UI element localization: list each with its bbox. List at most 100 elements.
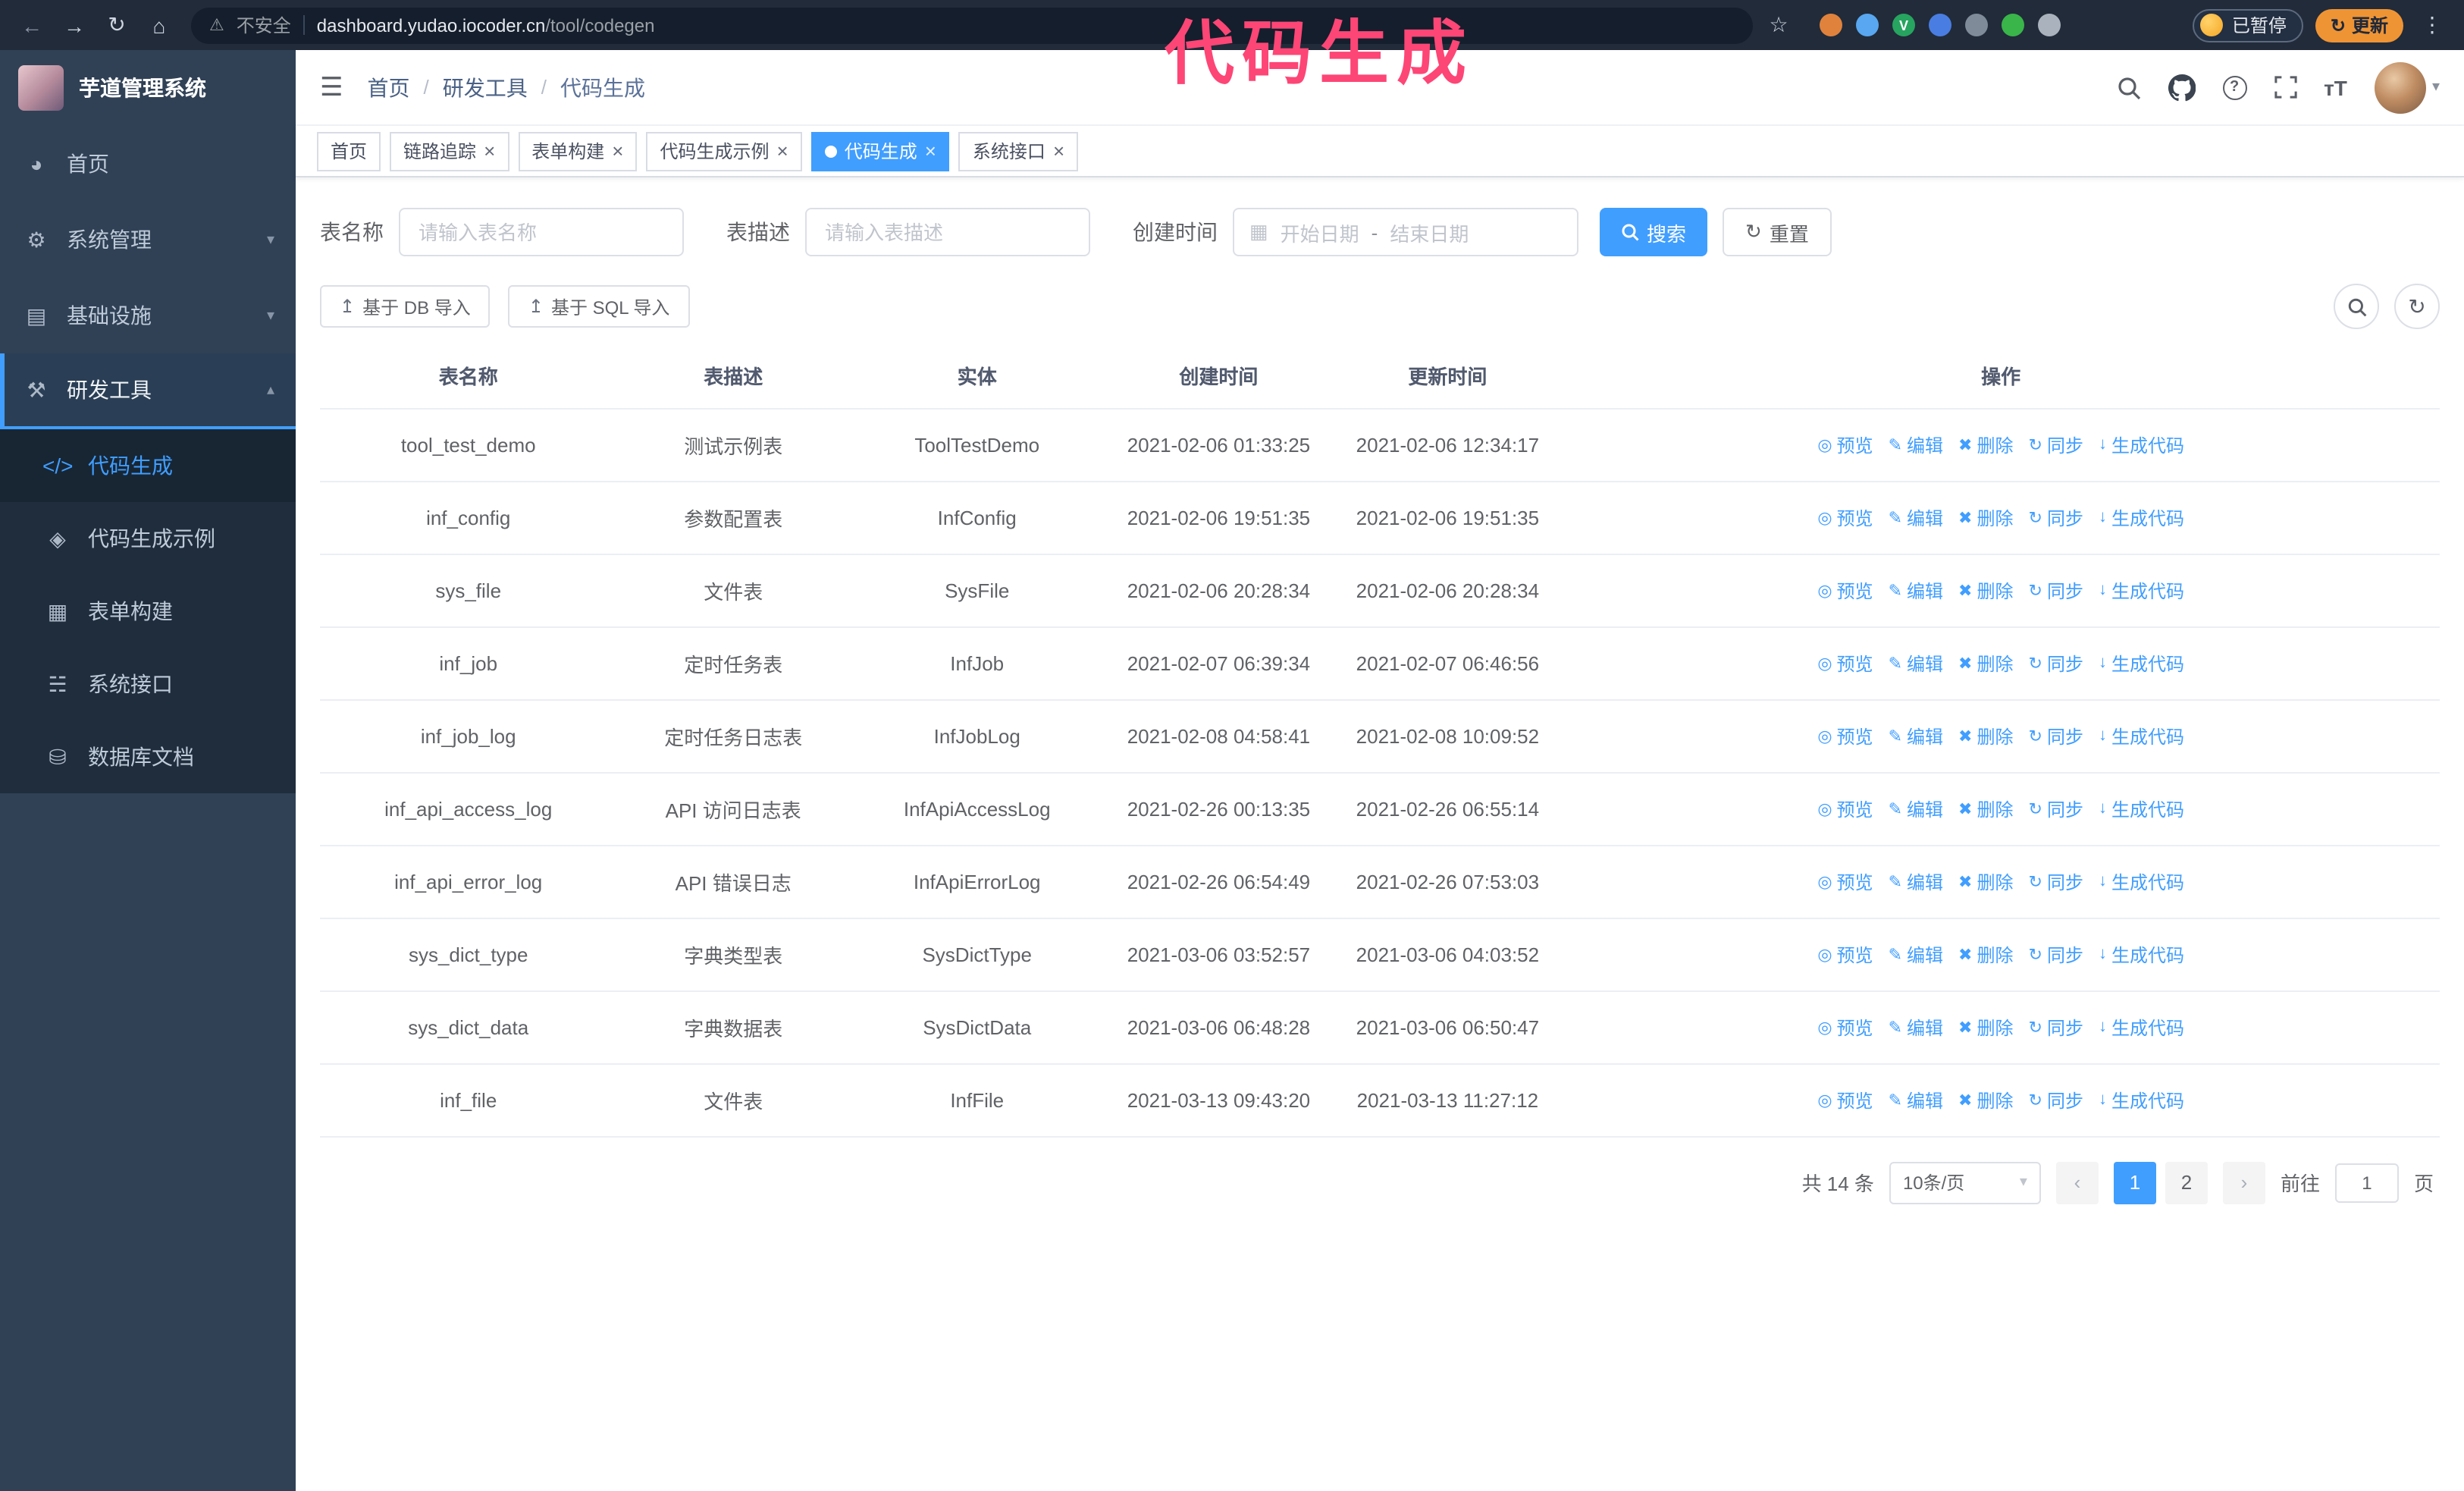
browser-extension-icon[interactable]: [1820, 14, 1842, 36]
breadcrumb-home[interactable]: 首页: [368, 72, 410, 102]
tab-home[interactable]: 首页: [317, 131, 381, 171]
action-delete[interactable]: ✖ 删除: [1958, 432, 2013, 457]
action-sync[interactable]: ↻ 同步: [2029, 723, 2083, 749]
tab-system-api[interactable]: 系统接口 ×: [958, 131, 1079, 171]
reset-button[interactable]: ↻ 重置: [1723, 208, 1832, 256]
back-icon[interactable]: ←: [15, 13, 49, 37]
action-edit[interactable]: ✎ 编辑: [1889, 650, 1943, 676]
refresh-button[interactable]: ↻: [2394, 284, 2440, 329]
page-size-select[interactable]: 10条/页 ▾: [1889, 1161, 2041, 1204]
prev-page-button[interactable]: ‹: [2055, 1161, 2099, 1204]
action-edit[interactable]: ✎ 编辑: [1889, 1087, 1943, 1113]
action-edit[interactable]: ✎ 编辑: [1889, 868, 1943, 894]
import-db-button[interactable]: ↥ 基于 DB 导入: [320, 285, 491, 328]
browser-menu-icon[interactable]: ⋮: [2415, 12, 2449, 38]
date-range-picker[interactable]: ▦ 开始日期 - 结束日期: [1233, 208, 1578, 256]
action-generate[interactable]: ↓ 生成代码: [2099, 577, 2184, 603]
sidebar-item-form-builder[interactable]: ▦ 表单构建: [0, 575, 296, 648]
next-page-button[interactable]: ›: [2222, 1161, 2265, 1204]
action-sync[interactable]: ↻ 同步: [2029, 868, 2083, 894]
github-icon[interactable]: [2168, 74, 2196, 101]
table-name-input[interactable]: [399, 208, 684, 256]
action-edit[interactable]: ✎ 编辑: [1889, 1014, 1943, 1040]
sidebar-item-devtools[interactable]: ⚒ 研发工具 ▴: [0, 353, 296, 429]
action-generate[interactable]: ↓ 生成代码: [2099, 868, 2184, 894]
search-toggle-button[interactable]: [2334, 284, 2379, 329]
table-desc-input[interactable]: [805, 208, 1090, 256]
action-preview[interactable]: ◎ 预览: [1817, 796, 1873, 821]
action-sync[interactable]: ↻ 同步: [2029, 1014, 2083, 1040]
page-button-1[interactable]: 1: [2113, 1161, 2156, 1204]
action-delete[interactable]: ✖ 删除: [1958, 1087, 2013, 1113]
action-preview[interactable]: ◎ 预览: [1817, 1014, 1873, 1040]
action-delete[interactable]: ✖ 删除: [1958, 504, 2013, 530]
action-delete[interactable]: ✖ 删除: [1958, 650, 2013, 676]
action-edit[interactable]: ✎ 编辑: [1889, 432, 1943, 457]
action-edit[interactable]: ✎ 编辑: [1889, 723, 1943, 749]
tab-tracer[interactable]: 链路追踪 ×: [390, 131, 509, 171]
import-sql-button[interactable]: ↥ 基于 SQL 导入: [508, 285, 690, 328]
action-generate[interactable]: ↓ 生成代码: [2099, 796, 2184, 821]
home-icon[interactable]: ⌂: [143, 13, 176, 37]
action-preview[interactable]: ◎ 预览: [1817, 432, 1873, 457]
action-preview[interactable]: ◎ 预览: [1817, 868, 1873, 894]
action-delete[interactable]: ✖ 删除: [1958, 868, 2013, 894]
reload-icon[interactable]: ↻: [100, 12, 133, 38]
profile-paused-chip[interactable]: 已暂停: [2192, 8, 2303, 42]
action-generate[interactable]: ↓ 生成代码: [2099, 1014, 2184, 1040]
font-size-icon[interactable]: тT: [2324, 75, 2347, 99]
search-icon[interactable]: [2116, 75, 2140, 99]
action-sync[interactable]: ↻ 同步: [2029, 1087, 2083, 1113]
close-icon[interactable]: ×: [612, 141, 623, 161]
action-generate[interactable]: ↓ 生成代码: [2099, 504, 2184, 530]
action-delete[interactable]: ✖ 删除: [1958, 1014, 2013, 1040]
action-delete[interactable]: ✖ 删除: [1958, 723, 2013, 749]
action-preview[interactable]: ◎ 预览: [1817, 1087, 1873, 1113]
action-preview[interactable]: ◎ 预览: [1817, 723, 1873, 749]
bookmark-star-icon[interactable]: ☆: [1762, 12, 1795, 38]
browser-extension-icon[interactable]: [1856, 14, 1879, 36]
browser-extension-icon[interactable]: [1965, 14, 1988, 36]
browser-extension-icon[interactable]: V: [1892, 14, 1915, 36]
fullscreen-icon[interactable]: [2274, 76, 2296, 99]
action-edit[interactable]: ✎ 编辑: [1889, 504, 1943, 530]
action-sync[interactable]: ↻ 同步: [2029, 504, 2083, 530]
close-icon[interactable]: ×: [1053, 141, 1064, 161]
action-sync[interactable]: ↻ 同步: [2029, 941, 2083, 967]
address-bar[interactable]: ⚠ 不安全 dashboard.yudao.iocoder.cn/tool/co…: [191, 7, 1753, 43]
action-preview[interactable]: ◎ 预览: [1817, 650, 1873, 676]
sidebar-item-system-api[interactable]: ☵ 系统接口: [0, 648, 296, 720]
sidebar-item-infra[interactable]: ▤ 基础设施 ▾: [0, 278, 296, 353]
tab-codegen-example[interactable]: 代码生成示例 ×: [646, 131, 802, 171]
action-sync[interactable]: ↻ 同步: [2029, 432, 2083, 457]
sidebar-item-codegen-example[interactable]: ◈ 代码生成示例: [0, 502, 296, 575]
close-icon[interactable]: ×: [484, 141, 495, 161]
action-generate[interactable]: ↓ 生成代码: [2099, 1087, 2184, 1113]
action-generate[interactable]: ↓ 生成代码: [2099, 650, 2184, 676]
action-delete[interactable]: ✖ 删除: [1958, 577, 2013, 603]
action-sync[interactable]: ↻ 同步: [2029, 577, 2083, 603]
sidebar-item-db-doc[interactable]: ⛁ 数据库文档: [0, 720, 296, 793]
close-icon[interactable]: ×: [777, 141, 788, 161]
action-sync[interactable]: ↻ 同步: [2029, 650, 2083, 676]
action-edit[interactable]: ✎ 编辑: [1889, 941, 1943, 967]
action-generate[interactable]: ↓ 生成代码: [2099, 723, 2184, 749]
action-sync[interactable]: ↻ 同步: [2029, 796, 2083, 821]
forward-icon[interactable]: →: [58, 13, 91, 37]
sidebar-item-system[interactable]: ⚙ 系统管理 ▾: [0, 202, 296, 278]
sidebar-item-home[interactable]: ◕ 首页: [0, 126, 296, 202]
browser-update-button[interactable]: ↻ 更新: [2315, 8, 2403, 42]
browser-extension-icon[interactable]: [1929, 14, 1951, 36]
action-generate[interactable]: ↓ 生成代码: [2099, 941, 2184, 967]
browser-extension-icon[interactable]: [2038, 14, 2061, 36]
user-avatar[interactable]: ▾: [2374, 61, 2440, 113]
action-delete[interactable]: ✖ 删除: [1958, 796, 2013, 821]
action-edit[interactable]: ✎ 编辑: [1889, 577, 1943, 603]
goto-page-input[interactable]: [2334, 1163, 2399, 1202]
close-icon[interactable]: ×: [925, 141, 936, 161]
sidebar-item-codegen[interactable]: </> 代码生成: [0, 429, 296, 502]
tab-form-builder[interactable]: 表单构建 ×: [518, 131, 638, 171]
breadcrumb-devtools[interactable]: 研发工具: [443, 72, 528, 102]
tab-codegen[interactable]: 代码生成 ×: [810, 131, 950, 171]
search-button[interactable]: 搜索: [1600, 208, 1708, 256]
